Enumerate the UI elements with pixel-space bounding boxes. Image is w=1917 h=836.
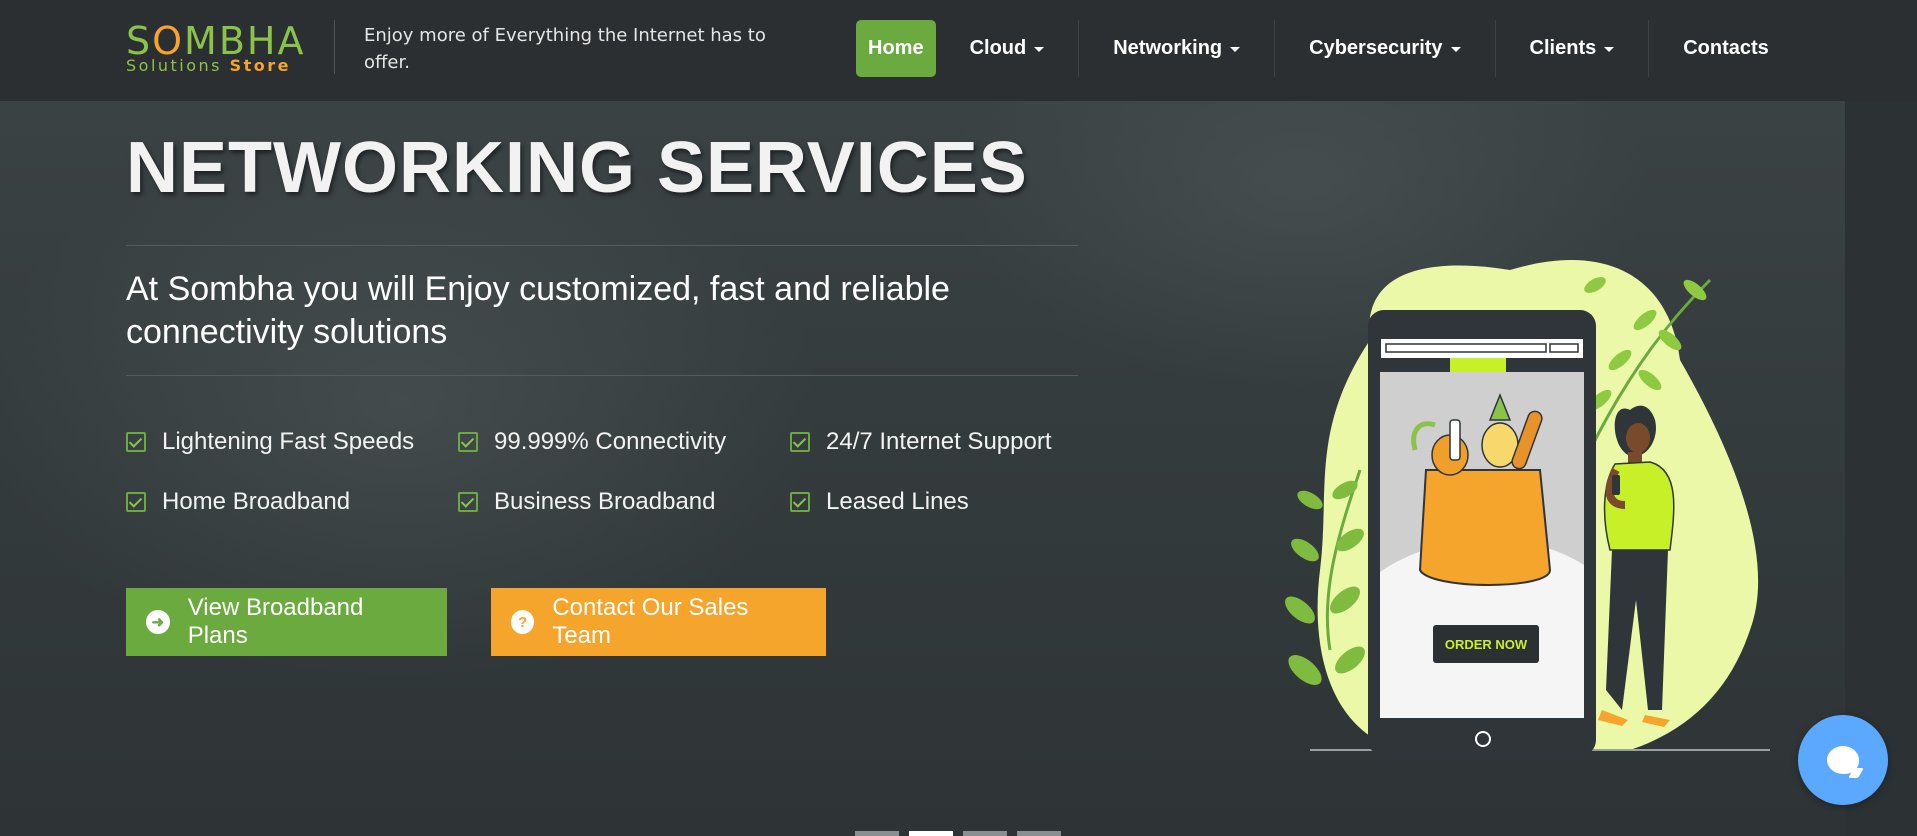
feature-item: 99.999% Connectivity [458, 428, 726, 456]
feature-label: Lightening Fast Speeds [162, 428, 415, 455]
phone-shopping-illustration: ORDER NOW [1285, 260, 1770, 756]
slide-dot[interactable] [963, 831, 1007, 836]
button-label: Contact Our Sales Team [552, 594, 749, 649]
nav-home[interactable]: Home [856, 20, 936, 77]
check-square-icon [458, 492, 478, 512]
tagline: Enjoy more of Everything the Internet ha… [364, 25, 766, 73]
check-square-icon [126, 492, 146, 512]
nav-cybersecurity[interactable]: Cybersecurity [1275, 20, 1494, 77]
caret-down-icon [1604, 47, 1615, 52]
slide-dot[interactable] [1017, 831, 1061, 836]
caret-down-icon [1034, 47, 1045, 52]
check-square-icon [458, 432, 478, 452]
chat-launcher-button[interactable] [1798, 715, 1888, 805]
button-label: View Broadband Plans [187, 594, 364, 649]
caret-down-icon [1450, 47, 1461, 52]
question-circle-icon: ? [511, 610, 535, 634]
hero-title: NETWORKING SERVICES [126, 128, 1028, 208]
slider-pagination [855, 831, 1061, 836]
hero-divider-top [126, 245, 1078, 246]
feature-item: 24/7 Internet Support [790, 428, 1052, 456]
top-navbar: SOMBHA Solutions Store Enjoy more of Eve… [0, 0, 1917, 101]
feature-item: Home Broadband [126, 488, 350, 516]
nav-contacts[interactable]: Contacts [1649, 20, 1803, 77]
logo-subtitle: Solutions Store [126, 56, 292, 75]
header-divider [334, 20, 335, 74]
feature-item: Lightening Fast Speeds [126, 428, 414, 456]
nav-networking[interactable]: Networking [1079, 20, 1274, 77]
feature-label: Leased Lines [826, 488, 969, 515]
hero-subtitle: At Sombha you will Enjoy customized, fas… [126, 270, 950, 351]
nav-clients-label: Clients [1529, 37, 1597, 59]
contact-sales-team-button[interactable]: ? Contact Our Sales Team [491, 588, 826, 656]
chat-bubble-icon [1827, 746, 1859, 774]
nav-cloud-label: Cloud [969, 37, 1027, 59]
feature-item: Leased Lines [790, 488, 969, 516]
feature-label: Business Broadband [494, 488, 716, 515]
feature-label: 99.999% Connectivity [494, 428, 727, 455]
feature-label: 24/7 Internet Support [826, 428, 1052, 455]
slide-dot[interactable] [855, 831, 899, 836]
nav-networking-label: Networking [1113, 37, 1223, 59]
check-square-icon [790, 432, 810, 452]
order-now-label: ORDER NOW [1445, 637, 1528, 652]
feature-label: Home Broadband [162, 488, 351, 515]
nav-cybersecurity-label: Cybersecurity [1309, 37, 1443, 59]
slide-dot-active[interactable] [909, 831, 953, 836]
hero-divider-bottom [126, 375, 1078, 376]
main-nav: Home Cloud Networking Cybersecurity Clie… [856, 20, 1803, 77]
check-square-icon [790, 492, 810, 512]
nav-cloud[interactable]: Cloud [936, 20, 1079, 77]
check-square-icon [126, 432, 146, 452]
sombha-logo[interactable]: SOMBHA Solutions Store [126, 20, 306, 80]
view-broadband-plans-button[interactable]: ➜ View Broadband Plans [126, 588, 447, 656]
nav-clients[interactable]: Clients [1496, 20, 1649, 77]
nav-home-label: Home [868, 37, 924, 59]
arrow-circle-right-icon: ➜ [146, 610, 170, 634]
nav-contacts-label: Contacts [1683, 37, 1769, 59]
caret-down-icon [1230, 47, 1241, 52]
feature-item: Business Broadband [458, 488, 715, 516]
